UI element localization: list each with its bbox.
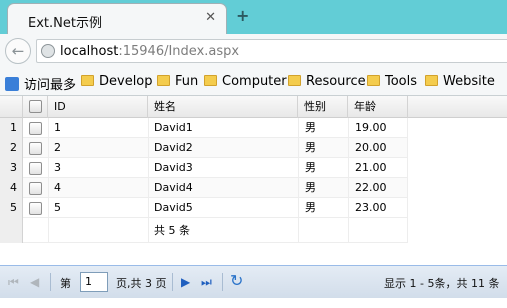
folder-icon: [367, 75, 380, 86]
bookmark-label: Website: [443, 74, 495, 89]
browser-tab-strip: Ext.Net示例 ✕ +: [0, 0, 507, 35]
bookmarks-bar: 访问最多 Develop Fun Computer Resource Tools…: [0, 68, 507, 96]
page-label: 第: [60, 277, 71, 290]
cell-id: 4: [54, 181, 61, 194]
cell-gender: 男: [305, 161, 316, 174]
url-host: localhost: [60, 44, 119, 59]
column-divider: [148, 118, 149, 243]
column-divider: [407, 118, 408, 243]
bookmark-label: Tools: [385, 74, 418, 89]
row-number: 3: [10, 161, 17, 174]
most-visited-icon: [5, 77, 19, 91]
address-bar[interactable]: localhost:15946/Index.aspx: [36, 39, 507, 63]
cell-age: 20.00: [355, 141, 387, 154]
cell-age: 21.00: [355, 161, 387, 174]
cell-name: David5: [154, 201, 193, 214]
header-gender[interactable]: 性别: [298, 96, 348, 118]
folder-icon: [425, 75, 438, 86]
cell-name: David2: [154, 141, 193, 154]
column-divider: [348, 118, 349, 243]
summary-text: 共 5 条: [154, 224, 190, 237]
table-row[interactable]: [23, 198, 408, 218]
cell-gender: 男: [305, 141, 316, 154]
row-number: 1: [10, 121, 17, 134]
back-button[interactable]: ←: [5, 38, 31, 64]
cell-name: David4: [154, 181, 193, 194]
globe-icon: [41, 44, 55, 58]
refresh-icon[interactable]: ↻: [230, 271, 243, 290]
cell-id: 1: [54, 121, 61, 134]
cell-name: David3: [154, 161, 193, 174]
page-bottom: [0, 298, 507, 308]
cell-gender: 男: [305, 201, 316, 214]
cell-id: 3: [54, 161, 61, 174]
cell-gender: 男: [305, 181, 316, 194]
cell-gender: 男: [305, 121, 316, 134]
grid-header: ID 姓名 性别 年龄: [0, 96, 507, 118]
summary-row: [23, 218, 408, 243]
toolbar-separator: [50, 273, 51, 291]
browser-tab[interactable]: Ext.Net示例 ✕: [7, 3, 227, 35]
display-info: 显示 1 - 5条，共 11 条: [384, 277, 500, 290]
row-checkbox[interactable]: [29, 142, 42, 155]
cell-id: 2: [54, 141, 61, 154]
table-row[interactable]: [23, 178, 408, 198]
table-row[interactable]: [23, 138, 408, 158]
bookmark-develop[interactable]: Develop: [81, 74, 153, 89]
cell-age: 23.00: [355, 201, 387, 214]
bookmark-label: Computer: [222, 74, 287, 89]
cell-name: David1: [154, 121, 193, 134]
row-checkbox[interactable]: [29, 202, 42, 215]
cell-age: 19.00: [355, 121, 387, 134]
first-page-icon[interactable]: ⏮: [8, 275, 19, 290]
bookmark-computer[interactable]: Computer: [204, 74, 287, 89]
last-page-icon[interactable]: ⏭: [201, 275, 212, 290]
row-checkbox[interactable]: [29, 182, 42, 195]
folder-icon: [204, 75, 217, 86]
folder-icon: [288, 75, 301, 86]
bookmark-label: Resource: [306, 74, 366, 89]
row-number: 5: [10, 201, 17, 214]
url-path: :15946/Index.aspx: [118, 44, 240, 59]
address-row: ← localhost:15946/Index.aspx: [0, 34, 507, 68]
folder-icon: [157, 75, 170, 86]
column-divider: [298, 118, 299, 243]
column-divider: [48, 118, 49, 243]
header-select-all: [23, 96, 48, 118]
row-checkbox[interactable]: [29, 122, 42, 135]
bookmark-tools[interactable]: Tools: [367, 74, 417, 89]
page-number-input[interactable]: 1: [80, 272, 108, 292]
data-grid: ID 姓名 性别 年龄 1 1 David1 男 19.00 2 2 David…: [0, 96, 507, 265]
header-rownum: [0, 96, 23, 118]
cell-id: 5: [54, 201, 61, 214]
bookmark-label: Develop: [99, 74, 153, 89]
url-text: localhost:15946/Index.aspx: [60, 44, 239, 59]
bookmark-label: Fun: [175, 74, 199, 89]
select-all-checkbox[interactable]: [29, 100, 42, 113]
bookmark-resource[interactable]: Resource: [288, 74, 366, 89]
next-page-icon[interactable]: ▶: [181, 275, 190, 289]
row-checkbox[interactable]: [29, 162, 42, 175]
bookmark-fun[interactable]: Fun: [157, 74, 198, 89]
close-icon[interactable]: ✕: [205, 10, 216, 25]
paging-toolbar: ⏮ ◀ 第 1 页,共 3 页 ▶ ⏭ ↻ 显示 1 - 5条，共 11 条: [0, 265, 507, 298]
header-id[interactable]: ID: [48, 96, 148, 118]
row-number: 4: [10, 181, 17, 194]
row-number: 2: [10, 141, 17, 154]
tab-title: Ext.Net示例: [28, 16, 102, 31]
prev-page-icon[interactable]: ◀: [30, 275, 39, 289]
header-name[interactable]: 姓名: [148, 96, 298, 118]
bookmark-label: 访问最多: [24, 78, 77, 93]
toolbar-separator: [222, 273, 223, 291]
cell-age: 22.00: [355, 181, 387, 194]
new-tab-button[interactable]: +: [236, 6, 249, 25]
toolbar-separator: [172, 273, 173, 291]
folder-icon: [81, 75, 94, 86]
table-row[interactable]: [23, 118, 408, 138]
table-row[interactable]: [23, 158, 408, 178]
header-age[interactable]: 年龄: [348, 96, 408, 118]
page-total-label: 页,共 3 页: [116, 277, 167, 290]
bookmark-website[interactable]: Website: [425, 74, 495, 89]
bookmark-most-visited[interactable]: 访问最多: [5, 74, 76, 93]
